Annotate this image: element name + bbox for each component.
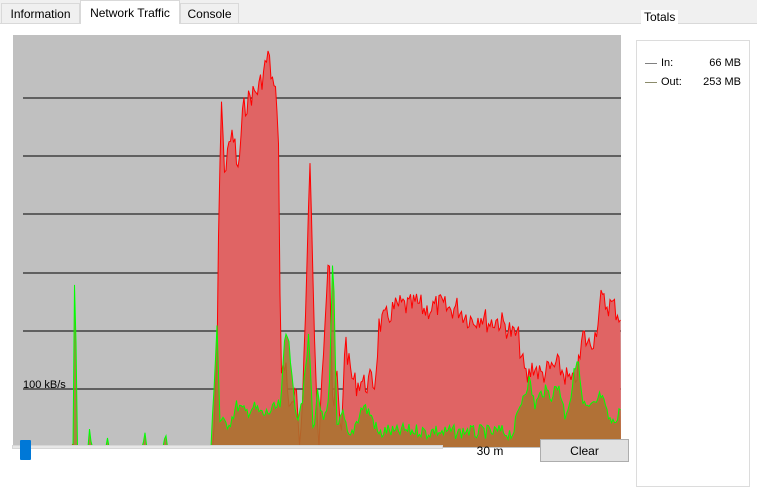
graph-scale-label: 100 kB/s bbox=[23, 379, 66, 391]
tab-console[interactable]: Console bbox=[180, 3, 239, 24]
totals-in-label: In: bbox=[661, 57, 674, 69]
slider-thumb[interactable] bbox=[20, 440, 32, 460]
out-legend-swatch bbox=[645, 82, 657, 83]
time-window-label: 30 m bbox=[476, 444, 504, 458]
tab-network-traffic[interactable]: Network Traffic bbox=[80, 0, 180, 24]
totals-title: Totals bbox=[641, 10, 679, 24]
totals-groupbox bbox=[636, 40, 750, 487]
traffic-graph-canvas: 100 kB/s bbox=[13, 35, 621, 448]
in-legend-swatch bbox=[645, 63, 657, 64]
totals-out-label: Out: bbox=[661, 76, 682, 88]
totals-row-out: Out: 253 MB bbox=[645, 75, 743, 91]
time-window-slider[interactable] bbox=[12, 440, 444, 462]
totals-in-value: 66 MB bbox=[709, 57, 741, 69]
tab-information[interactable]: Information bbox=[1, 3, 80, 24]
clear-button[interactable]: Clear bbox=[540, 439, 629, 462]
totals-out-value: 253 MB bbox=[703, 76, 741, 88]
slider-track[interactable] bbox=[12, 445, 443, 449]
traffic-graph: 100 kB/s bbox=[13, 35, 621, 448]
totals-row-in: In: 66 MB bbox=[645, 56, 743, 72]
network-traffic-panel: 100 kB/s bbox=[0, 23, 757, 491]
